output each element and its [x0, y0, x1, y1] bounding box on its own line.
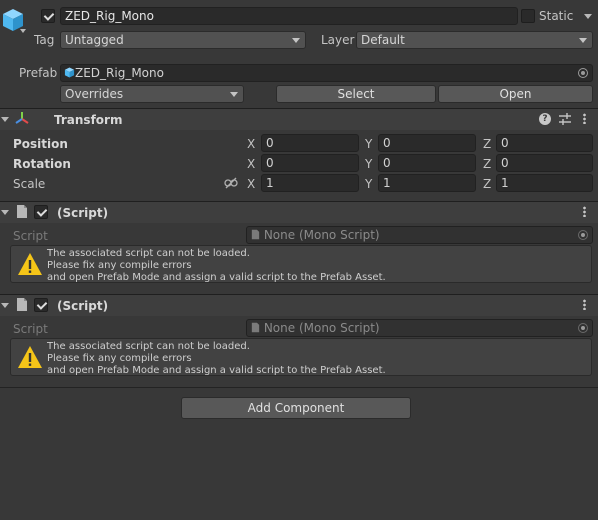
- tag-label: Tag: [34, 33, 55, 47]
- script-file-icon: [251, 322, 260, 333]
- static-dropdown-caret[interactable]: [584, 14, 592, 19]
- object-picker-icon: [578, 323, 588, 333]
- static-label: Static: [539, 9, 574, 23]
- select-button[interactable]: Select: [276, 85, 436, 103]
- axis-z-label: Z: [483, 157, 492, 171]
- axis-y-label: Y: [365, 157, 373, 171]
- script-field-label: Script: [13, 229, 48, 243]
- script-title: (Script): [57, 206, 109, 220]
- axis-y-label: Y: [365, 137, 373, 151]
- position-z-input[interactable]: 0: [496, 134, 593, 152]
- chevron-down-icon: [292, 38, 300, 43]
- kebab-menu-icon[interactable]: [583, 299, 586, 310]
- prefab-label: Prefab: [19, 66, 58, 80]
- warning-line: and open Prefab Mode and assign a valid …: [47, 272, 386, 283]
- axis-z-label: Z: [483, 177, 492, 191]
- rotation-label: Rotation: [13, 157, 71, 171]
- static-toggle[interactable]: [521, 9, 535, 23]
- transform-axes-icon: [14, 110, 30, 126]
- script-object-field: None (Mono Script): [246, 226, 593, 244]
- prefab-cube-icon: [64, 67, 75, 78]
- rotation-x-input[interactable]: 0: [261, 154, 359, 172]
- scale-z-input[interactable]: 1: [496, 174, 593, 192]
- transform-foldout[interactable]: [1, 117, 9, 122]
- script-file-icon: [251, 229, 260, 240]
- tag-value: Untagged: [65, 33, 124, 47]
- chevron-down-icon: [230, 92, 238, 97]
- object-picker-icon: [578, 230, 588, 240]
- script-enabled-toggle[interactable]: [34, 205, 48, 219]
- overrides-label: Overrides: [65, 87, 124, 101]
- warning-triangle-icon: [18, 253, 42, 275]
- layer-label: Layer: [321, 33, 355, 47]
- overrides-dropdown[interactable]: Overrides: [60, 85, 244, 103]
- help-icon[interactable]: ?: [539, 113, 551, 125]
- transform-title: Transform: [54, 113, 123, 127]
- kebab-menu-icon[interactable]: [583, 113, 586, 124]
- script-field-value: None (Mono Script): [263, 321, 380, 335]
- axis-x-label: X: [247, 177, 256, 191]
- script-field-label: Script: [13, 322, 48, 336]
- prefab-asset-name: ZED_Rig_Mono: [75, 66, 164, 80]
- prefab-asset-field[interactable]: ZED_Rig_Mono: [60, 64, 593, 82]
- kebab-menu-icon[interactable]: [583, 206, 586, 217]
- warning-line: The associated script can not be loaded.: [47, 341, 250, 352]
- active-toggle[interactable]: [41, 9, 55, 23]
- unlinked-scale-icon[interactable]: [224, 177, 238, 189]
- open-button[interactable]: Open: [438, 85, 593, 103]
- layer-dropdown[interactable]: Default: [356, 31, 593, 49]
- tag-dropdown[interactable]: Untagged: [60, 31, 306, 49]
- scale-y-input[interactable]: 1: [378, 174, 476, 192]
- axis-y-label: Y: [365, 177, 373, 191]
- icon-dropdown-caret[interactable]: [20, 29, 26, 33]
- chevron-down-icon: [579, 38, 587, 43]
- add-component-button[interactable]: Add Component: [181, 397, 411, 419]
- object-picker-icon[interactable]: [578, 68, 588, 78]
- axis-x-label: X: [247, 137, 256, 151]
- scale-label: Scale: [13, 177, 46, 191]
- file-icon: [16, 204, 28, 222]
- script-title: (Script): [57, 299, 109, 313]
- scale-x-input[interactable]: 1: [261, 174, 359, 192]
- script-field-value: None (Mono Script): [263, 228, 380, 242]
- file-icon: [16, 297, 28, 315]
- rotation-y-input[interactable]: 0: [378, 154, 476, 172]
- object-name-input[interactable]: ZED_Rig_Mono: [60, 7, 518, 25]
- script-object-field: None (Mono Script): [246, 319, 593, 337]
- layer-value: Default: [361, 33, 405, 47]
- sliders-icon[interactable]: [558, 112, 572, 126]
- axis-x-label: X: [247, 157, 256, 171]
- warning-triangle-icon: [18, 346, 42, 368]
- warning-line: Please fix any compile errors: [47, 260, 192, 271]
- position-label: Position: [13, 137, 68, 151]
- warning-line: Please fix any compile errors: [47, 353, 192, 364]
- warning-line: and open Prefab Mode and assign a valid …: [47, 365, 386, 376]
- rotation-z-input[interactable]: 0: [496, 154, 593, 172]
- warning-helpbox: The associated script can not be loaded.…: [10, 338, 592, 376]
- warning-helpbox: The associated script can not be loaded.…: [10, 245, 592, 283]
- position-x-input[interactable]: 0: [261, 134, 359, 152]
- script-foldout[interactable]: [1, 303, 9, 308]
- components-divider: [0, 387, 598, 388]
- position-y-input[interactable]: 0: [378, 134, 476, 152]
- script-foldout[interactable]: [1, 210, 9, 215]
- script-enabled-toggle[interactable]: [34, 298, 48, 312]
- warning-line: The associated script can not be loaded.: [47, 248, 250, 259]
- axis-z-label: Z: [483, 137, 492, 151]
